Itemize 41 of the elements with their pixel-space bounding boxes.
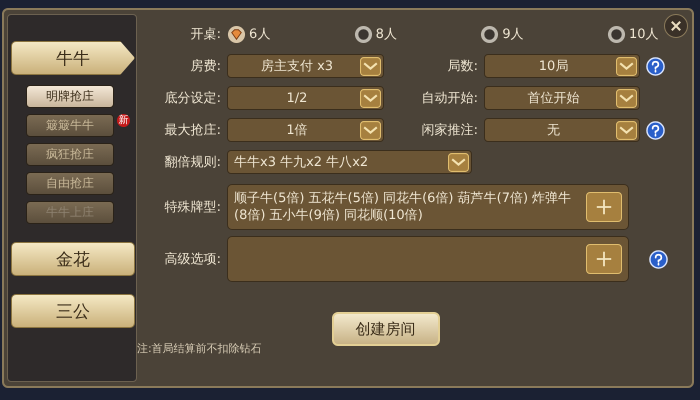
player-count-option[interactable]: 10人 <box>606 24 687 44</box>
dropdown-field[interactable]: 首位开始 <box>484 86 640 110</box>
dropdown-field[interactable]: 1倍 <box>227 118 384 142</box>
close-button[interactable] <box>664 14 688 38</box>
field-label: 翻倍规则: <box>164 154 221 171</box>
add-button[interactable] <box>586 192 622 222</box>
note-text: 注:首局结算前不扣除钻石 <box>137 341 262 356</box>
game-tab[interactable]: 金花 <box>11 242 135 276</box>
plus-icon <box>595 198 613 216</box>
field-label: 开桌: <box>190 26 221 43</box>
mode-button[interactable]: 簸簸牛牛 <box>26 114 114 137</box>
plus-icon <box>595 250 613 268</box>
special-cards-text: 顺子牛(5倍) 五花牛(5倍) 同花牛(6倍) 葫芦牛(7倍) 炸弹牛(8倍) 五小牛(9倍) 同花顺(10倍) <box>234 190 572 224</box>
field-label: 闲家推注: <box>420 122 478 139</box>
create-room-button[interactable]: 创建房间 <box>332 312 440 346</box>
player-count-option[interactable]: 8人 <box>354 24 434 44</box>
help-icon[interactable] <box>649 250 668 268</box>
close-icon <box>669 19 683 33</box>
mode-button[interactable]: 自由抢庄 <box>26 172 114 195</box>
dropdown-field[interactable]: 无 <box>484 118 640 142</box>
field-label: 特殊牌型: <box>164 199 221 216</box>
field-label: 底分设定: <box>164 90 221 107</box>
field-label: 局数: <box>446 58 478 75</box>
dropdown-field[interactable]: 10局 <box>484 54 640 78</box>
field-label: 最大抢庄: <box>164 122 221 139</box>
new-badge: 新 <box>117 114 130 127</box>
field-label: 高级选项: <box>164 251 221 268</box>
player-count-option[interactable]: 9人 <box>480 24 560 44</box>
help-icon[interactable] <box>646 120 665 140</box>
help-icon[interactable] <box>646 56 665 76</box>
game-tab[interactable]: 牛牛 <box>11 41 135 75</box>
player-count-option[interactable]: 6人 <box>227 24 307 44</box>
game-tab[interactable]: 三公 <box>11 294 135 328</box>
mode-button[interactable]: 疯狂抢庄 <box>26 143 114 166</box>
dropdown-field[interactable]: 牛牛x3 牛九x2 牛八x2 <box>227 150 472 174</box>
field-label: 自动开始: <box>420 90 478 107</box>
field-label: 房费: <box>190 58 221 75</box>
dropdown-field[interactable]: 1/2 <box>227 86 384 110</box>
mode-button[interactable]: 明牌抢庄 <box>26 85 114 108</box>
dropdown-field[interactable]: 房主支付 x3 <box>227 54 384 78</box>
add-button[interactable] <box>586 244 622 274</box>
